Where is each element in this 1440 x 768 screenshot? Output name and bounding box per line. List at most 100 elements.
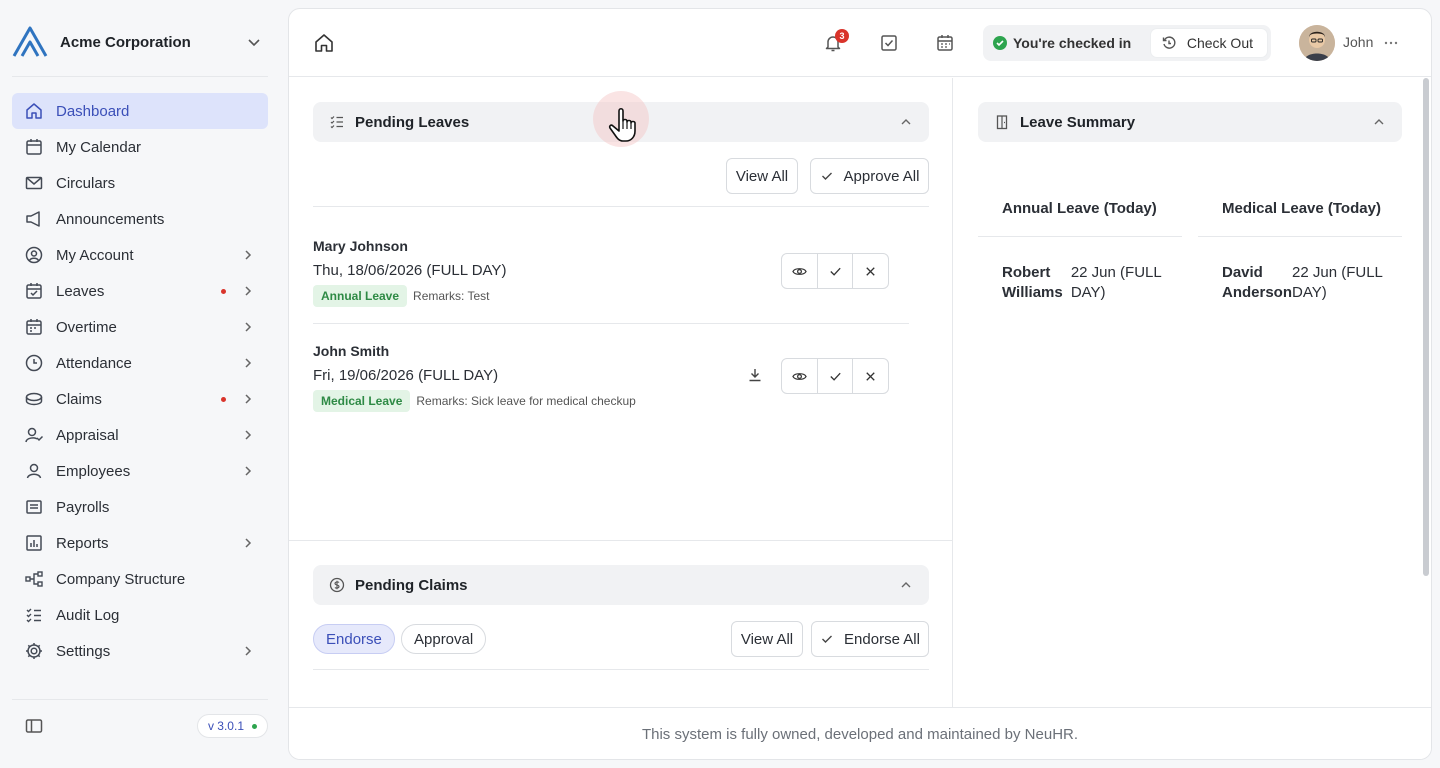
sidebar-item-label: Reports <box>56 534 109 552</box>
leave-request-item: Mary Johnson Thu, 18/06/2026 (FULL DAY) … <box>313 238 909 324</box>
org-switcher[interactable]: Acme Corporation <box>12 24 268 60</box>
sidebar-item-label: My Account <box>56 246 134 264</box>
scrollbar[interactable] <box>1423 78 1429 576</box>
view-leave-button[interactable] <box>782 254 818 288</box>
main-panel: 3 You're checked in Check Out John Pendi… <box>288 8 1432 760</box>
leave-type-tag: Annual Leave <box>313 285 408 307</box>
sidebar-toggle-icon[interactable] <box>24 716 44 736</box>
tab-approval[interactable]: Approval <box>401 624 487 654</box>
notification-dot <box>221 288 226 294</box>
view-leave-button[interactable] <box>782 359 818 393</box>
sidebar-item-audit-log[interactable]: Audit Log <box>12 597 268 633</box>
approve-leave-button[interactable] <box>818 359 854 393</box>
check-icon <box>820 169 834 183</box>
check-icon <box>820 632 834 646</box>
home-icon[interactable] <box>313 32 335 54</box>
chevron-right-icon <box>240 283 256 299</box>
user-circle-icon <box>24 245 44 265</box>
sidebar-item-company-structure[interactable]: Company Structure <box>12 561 268 597</box>
calendar-check-icon <box>24 281 44 301</box>
eye-icon <box>792 372 807 380</box>
chevron-up-icon[interactable] <box>1372 115 1386 129</box>
sidebar-nav: Dashboard My Calendar Circulars Announce… <box>12 93 268 669</box>
calendar-icon <box>24 137 44 157</box>
leave-type-tag: Medical Leave <box>313 390 411 412</box>
reject-leave-button[interactable] <box>853 254 888 288</box>
approve-leave-button[interactable] <box>818 254 854 288</box>
column-heading: Annual Leave (Today) <box>1002 200 1157 217</box>
view-all-claims-button[interactable]: View All <box>731 621 803 657</box>
mail-icon <box>24 173 44 193</box>
chevron-right-icon <box>240 391 256 407</box>
sidebar-item-my-account[interactable]: My Account <box>12 237 268 273</box>
close-icon <box>866 371 875 381</box>
user-name[interactable]: John <box>1343 34 1373 50</box>
sidebar-item-reports[interactable]: Reports <box>12 525 268 561</box>
sidebar-item-attendance[interactable]: Attendance <box>12 345 268 381</box>
reject-leave-button[interactable] <box>853 359 888 393</box>
calendar-clock-icon <box>24 317 44 337</box>
avatar[interactable] <box>1299 25 1335 61</box>
leave-summary-header[interactable]: Leave Summary <box>978 102 1402 142</box>
leave-when: 22 Jun (FULL DAY) <box>1070 264 1162 301</box>
check-circle-icon <box>993 36 1007 50</box>
clock-icon <box>24 353 44 373</box>
footer-text: This system is fully owned, developed an… <box>641 726 1079 743</box>
calendar-icon[interactable] <box>935 33 955 53</box>
topbar: 3 You're checked in Check Out John <box>289 9 1431 77</box>
sidebar-item-label: Settings <box>56 642 111 660</box>
employee-name: John Smith <box>313 343 390 359</box>
sidebar-item-label: My Calendar <box>56 138 142 156</box>
org-name: Acme Corporation <box>60 33 191 51</box>
megaphone-icon <box>24 209 44 229</box>
close-icon <box>866 266 875 276</box>
tab-endorse[interactable]: Endorse <box>313 624 395 654</box>
sidebar-item-appraisal[interactable]: Appraisal <box>12 417 268 453</box>
notification-count-badge: 3 <box>835 29 849 43</box>
sidebar-item-overtime[interactable]: Overtime <box>12 309 268 345</box>
pending-claims-header[interactable]: Pending Claims <box>313 565 929 605</box>
check-icon <box>829 372 841 381</box>
bar-chart-icon <box>24 533 44 553</box>
sidebar-item-employees[interactable]: Employees <box>12 453 268 489</box>
footer: This system is fully owned, developed an… <box>289 707 1431 759</box>
divider <box>313 669 929 670</box>
sidebar-item-label: Employees <box>56 462 131 480</box>
endorse-all-button[interactable]: Endorse All <box>811 621 929 657</box>
chevron-right-icon <box>240 247 256 263</box>
download-icon[interactable] <box>747 367 763 383</box>
pending-claims-title: Pending Claims <box>355 576 468 594</box>
sidebar-item-label: Overtime <box>56 318 117 336</box>
more-horizontal-icon[interactable] <box>1383 35 1399 51</box>
chevron-right-icon <box>240 643 256 659</box>
right-column: Leave Summary Annual Leave (Today) Rober… <box>954 78 1424 708</box>
sidebar-item-leaves[interactable]: Leaves <box>12 273 268 309</box>
leave-summary-row: David Anderson 22 Jun (FULL DAY) <box>1198 237 1402 303</box>
sidebar-item-claims[interactable]: Claims <box>12 381 268 417</box>
approve-all-button[interactable]: Approve All <box>810 158 929 194</box>
annual-leave-column: Annual Leave (Today) Robert Williams 22 … <box>978 200 1182 303</box>
sidebar: Acme Corporation Dashboard My Calendar C… <box>0 0 280 768</box>
leave-actions <box>781 253 889 289</box>
section-divider <box>289 540 953 541</box>
sidebar-item-payrolls[interactable]: Payrolls <box>12 489 268 525</box>
chevron-down-icon <box>244 32 264 52</box>
left-column: Pending Leaves View All Approve All Mary… <box>289 78 953 708</box>
view-all-leaves-button[interactable]: View All <box>726 158 798 194</box>
endorse-all-label: Endorse All <box>844 630 920 648</box>
list-check-icon <box>329 114 345 130</box>
employee-name: David Anderson <box>1222 264 1293 301</box>
clock-rotate-icon <box>1161 35 1177 51</box>
sidebar-item-settings[interactable]: Settings <box>12 633 268 669</box>
sidebar-item-dashboard[interactable]: Dashboard <box>12 93 268 129</box>
sidebar-item-circulars[interactable]: Circulars <box>12 165 268 201</box>
checklist-icon <box>24 605 44 625</box>
sidebar-item-label: Announcements <box>56 210 165 228</box>
sidebar-item-my-calendar[interactable]: My Calendar <box>12 129 268 165</box>
leave-when: 22 Jun (FULL DAY) <box>1292 264 1383 301</box>
check-out-button[interactable]: Check Out <box>1150 29 1267 57</box>
chevron-up-icon[interactable] <box>899 115 913 129</box>
task-check-icon[interactable] <box>879 33 899 53</box>
sidebar-item-announcements[interactable]: Announcements <box>12 201 268 237</box>
chevron-up-icon[interactable] <box>899 578 913 592</box>
